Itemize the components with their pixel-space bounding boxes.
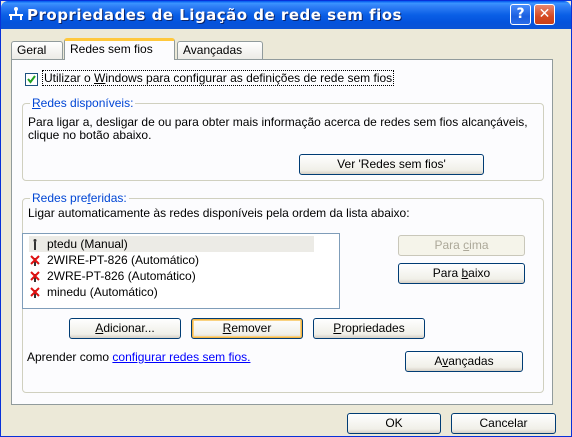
remove-button[interactable]: Remover: [191, 318, 303, 339]
wireless-network-icon: [33, 239, 37, 250]
add-text: dicionar...: [103, 321, 155, 335]
use-windows-checkbox[interactable]: [25, 73, 38, 86]
tab-advanced[interactable]: Avançadas: [177, 41, 263, 59]
properties-text: ropriedades: [341, 321, 405, 335]
move-down-text-2: aixo: [468, 266, 491, 280]
view-wireless-networks-button[interactable]: Ver 'Redes sem fios': [299, 154, 484, 175]
properties-window: Propriedades de Ligação de rede sem fios…: [0, 0, 572, 437]
ok-button[interactable]: OK: [347, 413, 441, 434]
available-networks-description: Para ligar a, desligar de ou para obter …: [28, 115, 528, 142]
wireless-network-unavailable-icon: [30, 255, 40, 266]
list-item[interactable]: ptedu (Manual): [29, 236, 314, 252]
available-title-text: edes disponíveis:: [40, 96, 134, 110]
learn-configure-text: Aprender como configurar redes sem fios.: [27, 350, 250, 364]
checkbox-label-text-2: indows para configurar as definições de …: [105, 71, 393, 85]
preferred-title-text-1: Redes pre: [32, 191, 88, 205]
checkbox-label-accel: W: [94, 71, 106, 85]
network-name: ptedu (Manual): [47, 237, 128, 251]
help-button[interactable]: ?: [510, 4, 531, 25]
available-networks-title: Redes disponíveis:: [30, 96, 136, 110]
remove-text: emover: [231, 321, 272, 335]
move-down-text-1: Para: [432, 266, 462, 280]
move-up-text-1: Para: [434, 238, 464, 252]
network-name: 2WIRE-PT-826 (Automático): [47, 253, 200, 267]
add-button[interactable]: Adicionar...: [69, 318, 181, 339]
close-button[interactable]: ✕: [534, 4, 555, 25]
learn-prefix: Aprender como: [27, 350, 113, 364]
cancel-button[interactable]: Cancelar: [451, 413, 556, 434]
move-up-button[interactable]: Para cima: [398, 235, 525, 256]
wireless-network-unavailable-icon: [30, 271, 40, 282]
window-title: Propriedades de Ligação de rede sem fios: [27, 6, 402, 24]
configure-wireless-link[interactable]: configurar redes sem fios.: [112, 350, 250, 364]
network-connection-icon: [9, 7, 23, 20]
title-bar[interactable]: Propriedades de Ligação de rede sem fios…: [1, 1, 571, 29]
checkmark-icon: [27, 75, 36, 84]
wireless-network-unavailable-icon: [30, 287, 40, 298]
checkbox-label-text-1: Utilizar o: [44, 71, 95, 85]
tab-wireless-networks[interactable]: Redes sem fios: [64, 38, 175, 60]
preferred-networks-title: Redes preferidas:: [30, 191, 129, 205]
preferred-networks-description: Ligar automaticamente às redes disponíve…: [28, 206, 410, 220]
use-windows-checkbox-label[interactable]: Utilizar o Windows para configurar as de…: [42, 70, 395, 86]
preferred-title-text-2: eridas:: [90, 191, 127, 205]
tab-general[interactable]: Geral: [11, 41, 63, 59]
move-up-text-2: ima: [469, 238, 489, 252]
properties-button[interactable]: Propriedades: [313, 318, 425, 339]
advanced-button[interactable]: Avançadas: [405, 351, 523, 372]
available-title-accel: R: [32, 96, 41, 110]
preferred-networks-list[interactable]: ptedu (Manual) 2WIRE-PT-826 (Automático)…: [22, 233, 340, 309]
available-networks-group: Redes disponíveis: Para ligar a, desliga…: [22, 96, 544, 181]
network-name: minedu (Automático): [47, 285, 158, 299]
advanced-text-2: ançadas: [448, 354, 494, 368]
move-down-button[interactable]: Para baixo: [398, 263, 525, 284]
tab-panel-wireless: Utilizar o Windows para configurar as de…: [11, 59, 553, 405]
network-name: 2WRE-PT-826 (Automático): [47, 269, 196, 283]
